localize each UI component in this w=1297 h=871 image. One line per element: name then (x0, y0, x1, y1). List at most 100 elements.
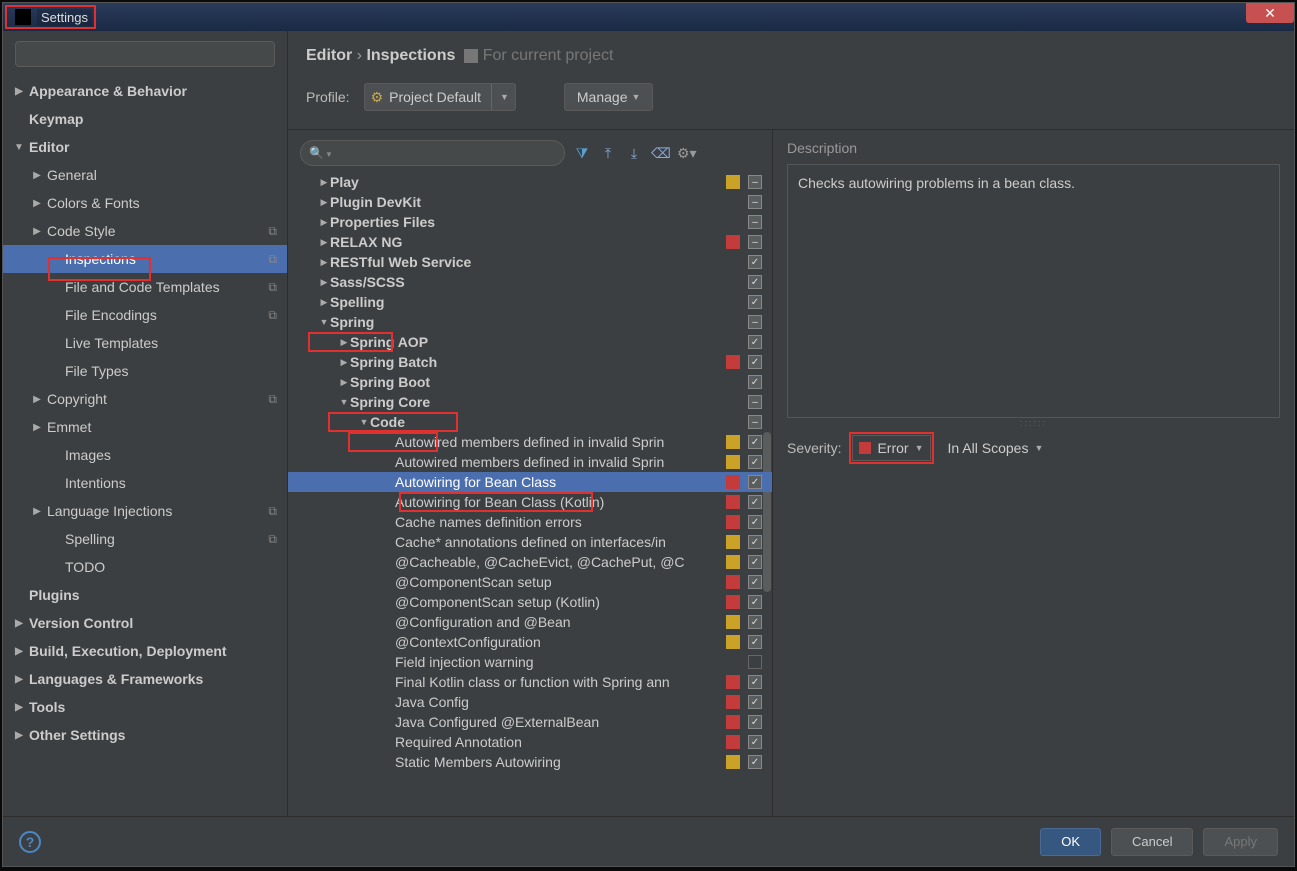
nav-item[interactable]: Live Templates (3, 329, 287, 357)
sidebar-search-input[interactable] (15, 41, 275, 67)
ok-button[interactable]: OK (1040, 828, 1101, 856)
scope-combo[interactable]: In All Scopes ▼ (942, 435, 1050, 461)
severity-combo[interactable]: Error ▼ (852, 435, 930, 461)
nav-item[interactable]: ▶Tools (3, 693, 287, 721)
checkbox[interactable] (748, 495, 762, 509)
tree-row[interactable]: Autowiring for Bean Class (288, 472, 772, 492)
nav-item[interactable]: ▶Emmet (3, 413, 287, 441)
checkbox[interactable] (748, 755, 762, 769)
checkbox[interactable] (748, 195, 762, 209)
checkbox[interactable] (748, 655, 762, 669)
nav-item[interactable]: Plugins (3, 581, 287, 609)
tree-row[interactable]: ▶Properties Files (288, 212, 772, 232)
checkbox[interactable] (748, 595, 762, 609)
manage-button[interactable]: Manage ▼ (564, 83, 654, 111)
checkbox[interactable] (748, 395, 762, 409)
tree-row[interactable]: ▶RESTful Web Service (288, 252, 772, 272)
checkbox[interactable] (748, 255, 762, 269)
tree-row[interactable]: ▼Spring Core (288, 392, 772, 412)
tree-row[interactable]: @ContextConfiguration (288, 632, 772, 652)
nav-item[interactable]: ▶Build, Execution, Deployment (3, 637, 287, 665)
tree-row[interactable]: ▼Spring (288, 312, 772, 332)
tree-row[interactable]: Autowired members defined in invalid Spr… (288, 452, 772, 472)
checkbox[interactable] (748, 475, 762, 489)
checkbox[interactable] (748, 295, 762, 309)
checkbox[interactable] (748, 175, 762, 189)
checkbox[interactable] (748, 335, 762, 349)
nav-item[interactable]: ▶Code Style⧉ (3, 217, 287, 245)
tree-row[interactable]: Java Config (288, 692, 772, 712)
nav-item[interactable]: ▶General (3, 161, 287, 189)
tree-row[interactable]: @Configuration and @Bean (288, 612, 772, 632)
nav-item[interactable]: Intentions (3, 469, 287, 497)
tree-row[interactable]: Cache names definition errors (288, 512, 772, 532)
tree-row[interactable]: Static Members Autowiring (288, 752, 772, 772)
tree-label: Field injection warning (395, 654, 534, 670)
nav-item[interactable]: ▶Appearance & Behavior (3, 77, 287, 105)
checkbox[interactable] (748, 315, 762, 329)
nav-item[interactable]: ▼Editor (3, 133, 287, 161)
checkbox[interactable] (748, 555, 762, 569)
nav-item[interactable]: Spelling⧉ (3, 525, 287, 553)
tree-row[interactable]: @ComponentScan setup (Kotlin) (288, 592, 772, 612)
tree-row[interactable]: ▶Play (288, 172, 772, 192)
expand-icon[interactable]: ⤒ (599, 145, 617, 162)
nav-item[interactable]: File Types (3, 357, 287, 385)
help-button[interactable]: ? (19, 831, 41, 853)
nav-item[interactable]: ▶Language Injections⧉ (3, 497, 287, 525)
resize-handle[interactable]: :::::: (787, 418, 1280, 428)
nav-item[interactable]: Images (3, 441, 287, 469)
tree-row[interactable]: ▶Spelling (288, 292, 772, 312)
checkbox[interactable] (748, 735, 762, 749)
tree-row[interactable]: ▶Plugin DevKit (288, 192, 772, 212)
inspections-search[interactable]: 🔍 ▼ (300, 140, 565, 166)
tree-row[interactable]: Required Annotation (288, 732, 772, 752)
nav-item[interactable]: TODO (3, 553, 287, 581)
tree-row[interactable]: ▶RELAX NG (288, 232, 772, 252)
tree-row[interactable]: Final Kotlin class or function with Spri… (288, 672, 772, 692)
checkbox[interactable] (748, 215, 762, 229)
nav-item[interactable]: File Encodings⧉ (3, 301, 287, 329)
gear-icon[interactable]: ⚙▾ (677, 145, 695, 162)
cancel-button[interactable]: Cancel (1111, 828, 1193, 856)
tree-row[interactable]: ▶Spring Batch (288, 352, 772, 372)
checkbox[interactable] (748, 535, 762, 549)
tree-row[interactable]: @Cacheable, @CacheEvict, @CachePut, @C (288, 552, 772, 572)
nav-item[interactable]: ▶Version Control (3, 609, 287, 637)
checkbox[interactable] (748, 375, 762, 389)
checkbox[interactable] (748, 675, 762, 689)
checkbox[interactable] (748, 575, 762, 589)
collapse-icon[interactable]: ⤓ (625, 145, 643, 162)
checkbox[interactable] (748, 515, 762, 529)
nav-item[interactable]: ▶Languages & Frameworks (3, 665, 287, 693)
nav-item[interactable]: ▶Copyright⧉ (3, 385, 287, 413)
checkbox[interactable] (748, 455, 762, 469)
apply-label: Apply (1224, 834, 1257, 849)
checkbox[interactable] (748, 695, 762, 709)
nav-item[interactable]: ▶Colors & Fonts (3, 189, 287, 217)
checkbox[interactable] (748, 235, 762, 249)
copy-icon: ⧉ (268, 532, 277, 547)
tree-row[interactable]: @ComponentScan setup (288, 572, 772, 592)
nav-item[interactable]: Keymap (3, 105, 287, 133)
settings-nav-tree[interactable]: ▶Appearance & BehaviorKeymap▼Editor▶Gene… (3, 77, 287, 749)
tree-row[interactable]: ▶Sass/SCSS (288, 272, 772, 292)
checkbox[interactable] (748, 615, 762, 629)
apply-button[interactable]: Apply (1203, 828, 1278, 856)
checkbox[interactable] (748, 635, 762, 649)
close-button[interactable]: ✕ (1246, 3, 1294, 23)
filter-icon[interactable]: ⧩ (573, 145, 591, 162)
checkbox[interactable] (748, 415, 762, 429)
checkbox[interactable] (748, 435, 762, 449)
checkbox[interactable] (748, 355, 762, 369)
tree-row[interactable]: Java Configured @ExternalBean (288, 712, 772, 732)
eraser-icon[interactable]: ⌫ (651, 145, 669, 162)
checkbox[interactable] (748, 275, 762, 289)
tree-row[interactable]: Field injection warning (288, 652, 772, 672)
profile-combo[interactable]: ⚙ Project Default ▼ (364, 83, 516, 111)
tree-row[interactable]: Cache* annotations defined on interfaces… (288, 532, 772, 552)
nav-item[interactable]: ▶Other Settings (3, 721, 287, 749)
tree-row[interactable]: ▶Spring Boot (288, 372, 772, 392)
tree-label: Sass/SCSS (330, 274, 405, 290)
checkbox[interactable] (748, 715, 762, 729)
